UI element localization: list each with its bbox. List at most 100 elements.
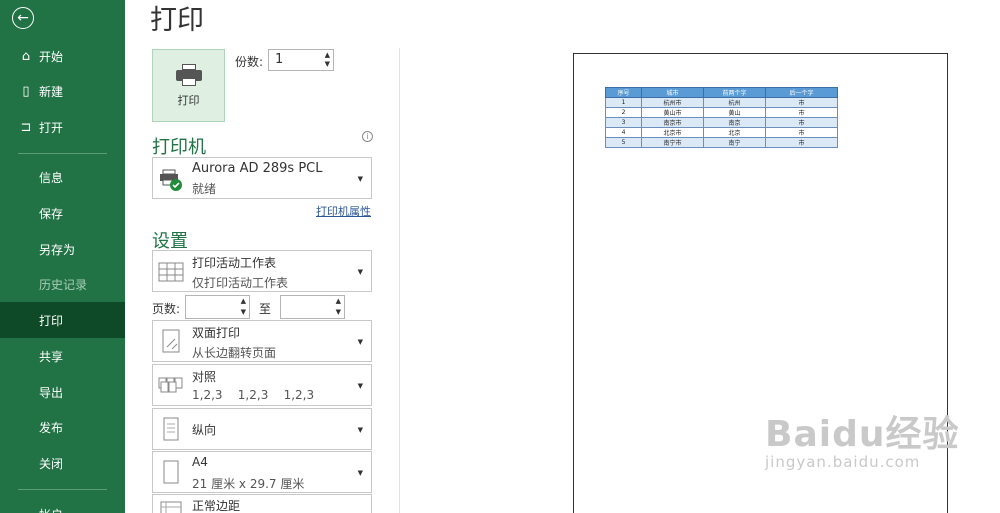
table-row: 2 黄山市 黄山 市: [605, 107, 838, 118]
sidebar-item-share[interactable]: 共享: [0, 338, 125, 374]
duplex-dropdown[interactable]: 双面打印 从长边翻转页面 ▼: [152, 320, 372, 362]
table-header-row: 序号 城市 前两个字 后一个字: [605, 87, 838, 98]
table-header-cell: 城市: [641, 87, 704, 98]
table-cell: 3: [605, 117, 642, 128]
printer-properties-link[interactable]: 打印机属性: [316, 203, 371, 219]
sidebar-item-label: 历史记录: [39, 277, 88, 292]
paper-size-dropdown[interactable]: A4 21 厘米 x 29.7 厘米 ▼: [152, 451, 372, 493]
stepper-down-icon[interactable]: ▼: [241, 309, 246, 316]
table-cell: 市: [765, 117, 838, 128]
print-scope-dropdown[interactable]: 打印活动工作表 仅打印活动工作表 ▼: [152, 250, 372, 292]
table-row: 4 北京市 北京 市: [605, 127, 838, 138]
orientation-dropdown[interactable]: 纵向 ▼: [152, 408, 372, 450]
sidebar-divider: [18, 489, 107, 490]
sidebar-item-open[interactable]: ⊐ 打开: [0, 109, 125, 145]
worksheet-grid-icon: [158, 259, 184, 285]
table-cell: 黄山市: [641, 107, 704, 118]
backstage-view: ← ⌂ 开始 ▯ 新建 ⊐ 打开 信息 保存 另存为 历史记录 打印 共享 导出…: [0, 0, 1000, 513]
collate-subtitle: 1,2,3 1,2,3 1,2,3: [192, 388, 315, 402]
sidebar-item-print[interactable]: 打印: [0, 302, 125, 338]
sidebar-item-info[interactable]: 信息: [0, 159, 125, 195]
paper-size-icon: [158, 460, 184, 486]
new-file-icon: ▯: [22, 83, 30, 99]
table-cell: 黄山: [703, 107, 766, 118]
margins-icon: [158, 501, 184, 513]
chevron-down-icon: ▼: [357, 469, 363, 477]
print-button-label: 打印: [177, 93, 200, 107]
print-button[interactable]: 打印: [152, 49, 225, 122]
watermark-logo-text: Baidu经验: [765, 414, 960, 455]
print-scope-title: 打印活动工作表: [192, 256, 277, 270]
table-cell: 南宁: [703, 137, 766, 148]
stepper-up-icon[interactable]: ▲: [336, 298, 341, 305]
table-cell: 1: [605, 97, 642, 108]
table-cell: 南京: [703, 117, 766, 128]
stepper-up-icon[interactable]: ▲: [241, 298, 246, 305]
stepper-up-icon[interactable]: ▲: [325, 52, 330, 59]
margins-dropdown[interactable]: 正常边距: [152, 494, 372, 513]
sidebar-item-label: 导出: [39, 385, 64, 400]
printer-heading: 打印机: [152, 137, 206, 158]
printer-ready-icon: [158, 166, 184, 192]
sidebar-item-export[interactable]: 导出: [0, 374, 125, 410]
portrait-page-icon: [158, 417, 184, 443]
stepper-down-icon[interactable]: ▼: [336, 309, 341, 316]
table-cell: 4: [605, 127, 642, 138]
table-cell: 市: [765, 97, 838, 108]
backstage-sidebar: ← ⌂ 开始 ▯ 新建 ⊐ 打开 信息 保存 另存为 历史记录 打印 共享 导出…: [0, 0, 125, 513]
sidebar-item-label: 信息: [39, 170, 64, 185]
table-cell: 市: [765, 107, 838, 118]
table-header-cell: 后一个字: [765, 87, 838, 98]
copies-label: 份数:: [235, 55, 264, 69]
table-cell: 杭州市: [641, 97, 704, 108]
sidebar-item-label: 开始: [39, 49, 64, 64]
table-cell: 南京市: [641, 117, 704, 128]
pages-to-stepper[interactable]: ▲ ▼: [280, 295, 345, 319]
sidebar-item-save[interactable]: 保存: [0, 195, 125, 231]
sidebar-item-label: 保存: [39, 206, 64, 221]
preview-table: 序号 城市 前两个字 后一个字 1 杭州市 杭州 市 2 黄山市 黄山 市 3 …: [605, 87, 838, 148]
chevron-down-icon: ▼: [357, 338, 363, 346]
table-cell: 5: [605, 137, 642, 148]
page-title: 打印: [150, 5, 204, 36]
collate-dropdown[interactable]: 对照 1,2,3 1,2,3 1,2,3 ▼: [152, 364, 372, 406]
sidebar-item-label: 发布: [39, 420, 64, 435]
pages-label: 页数:: [152, 302, 181, 316]
chevron-down-icon: ▼: [357, 426, 363, 434]
table-cell: 市: [765, 127, 838, 138]
table-cell: 北京: [703, 127, 766, 138]
info-icon[interactable]: i: [362, 131, 373, 142]
printer-status: 就绪: [192, 182, 217, 196]
chevron-down-icon: ▼: [357, 382, 363, 390]
panel-divider: [399, 48, 400, 513]
sidebar-item-label: 打印: [39, 313, 64, 328]
sidebar-item-label: 新建: [39, 84, 64, 99]
sidebar-item-label: 共享: [39, 349, 64, 364]
duplex-subtitle: 从长边翻转页面: [192, 346, 277, 360]
sidebar-item-publish[interactable]: 发布: [0, 409, 125, 445]
pages-from-stepper[interactable]: ▲ ▼: [185, 295, 250, 319]
chevron-down-icon: ▼: [357, 268, 363, 276]
printer-icon: [175, 63, 202, 86]
table-cell: 北京市: [641, 127, 704, 138]
baidu-watermark: Baidu经验 jingyan.baidu.com: [765, 405, 959, 471]
print-scope-subtitle: 仅打印活动工作表: [192, 276, 289, 290]
table-cell: 南宁市: [641, 137, 704, 148]
paper-size-subtitle: 21 厘米 x 29.7 厘米: [192, 477, 305, 491]
table-cell: 市: [765, 137, 838, 148]
sidebar-item-save-as[interactable]: 另存为: [0, 231, 125, 267]
back-arrow-icon[interactable]: ←: [12, 7, 34, 29]
table-header-cell: 前两个字: [703, 87, 766, 98]
chevron-down-icon: ▼: [357, 175, 363, 183]
printer-dropdown[interactable]: Aurora AD 289s PCL 就绪 ▼: [152, 157, 372, 199]
stepper-down-icon[interactable]: ▼: [325, 61, 330, 68]
sidebar-item-new[interactable]: ▯ 新建: [0, 73, 125, 109]
home-icon: ⌂: [21, 48, 31, 64]
table-cell: 杭州: [703, 97, 766, 108]
sidebar-item-history: 历史记录: [0, 266, 125, 302]
sidebar-item-home[interactable]: ⌂ 开始: [0, 38, 125, 74]
copies-stepper[interactable]: 1 ▲ ▼: [268, 49, 334, 71]
sidebar-item-account[interactable]: 帐户: [0, 496, 125, 513]
sidebar-item-close[interactable]: 关闭: [0, 445, 125, 481]
open-folder-icon: ⊐: [20, 119, 32, 135]
